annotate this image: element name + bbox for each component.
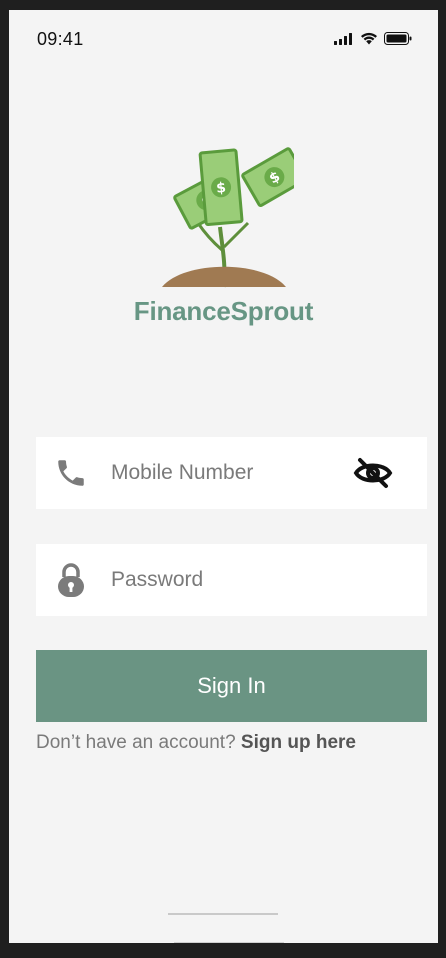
signal-icon [334,32,354,50]
sign-up-link[interactable]: Sign up here [241,732,356,753]
signup-prompt-row: Don’t have an account? Sign up here [36,732,356,754]
password-field[interactable]: Password [36,544,427,616]
brand-name: FinanceSprout [133,296,314,326]
mobile-number-placeholder: Mobile Number [111,461,254,484]
money-sprout-logo: $ $ $ [161,147,294,288]
battery-icon [384,32,412,50]
status-bar: 09:41 [9,10,438,60]
status-icons [334,32,412,50]
phone-screen: 09:41 $ $ FinanceSprout Mobile Number Pa… [9,10,438,943]
password-placeholder: Password [111,568,204,591]
status-time: 09:41 [37,29,84,49]
brand-logo: $ $ $ FinanceSprout [9,135,438,327]
mobile-number-field[interactable]: Mobile Number [36,437,427,509]
eye-off-icon[interactable] [353,456,393,495]
home-indicator [168,913,278,915]
bottom-bar [174,942,284,943]
lock-icon [54,563,88,597]
phone-icon [54,456,88,490]
svg-text:$: $ [215,180,226,197]
wifi-icon [360,32,378,50]
signup-prompt: Don’t have an account? [36,732,236,753]
sign-in-button[interactable]: Sign In [36,650,427,722]
